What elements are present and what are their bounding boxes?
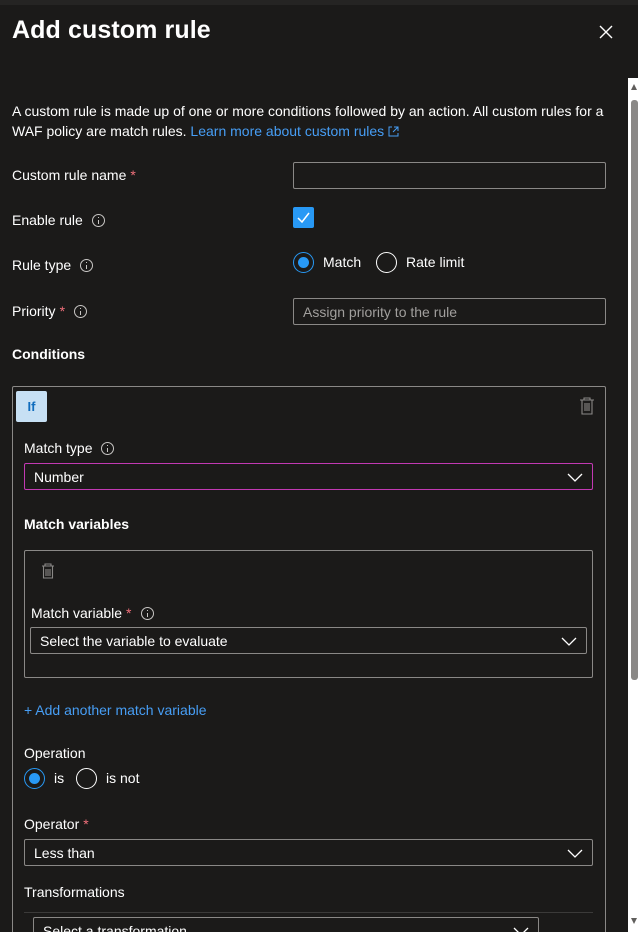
- operation-is-radio[interactable]: [24, 768, 45, 789]
- add-match-variable-link[interactable]: + Add another match variable: [24, 702, 207, 718]
- info-icon[interactable]: [74, 304, 88, 318]
- info-icon[interactable]: [140, 606, 154, 620]
- operation-label: Operation: [24, 745, 86, 761]
- description: A custom rule is made up of one or more …: [12, 101, 612, 141]
- scroll-up-arrow[interactable]: [631, 84, 637, 90]
- top-bar: [0, 0, 638, 5]
- page-title: Add custom rule: [12, 16, 211, 44]
- learn-more-link[interactable]: Learn more about custom rules: [190, 123, 399, 139]
- transformations-label: Transformations: [24, 884, 125, 900]
- divider: [24, 912, 593, 913]
- enable-rule-checkbox[interactable]: [293, 207, 314, 228]
- rule-type-label: Rule type: [12, 257, 94, 273]
- enable-rule-label: Enable rule: [12, 212, 105, 228]
- transformations-dropdown[interactable]: Select a transformation: [33, 917, 539, 932]
- chevron-down-icon: [567, 849, 583, 858]
- rule-type-match-label: Match: [323, 254, 362, 270]
- match-variables-heading: Match variables: [24, 516, 130, 532]
- if-badge: If: [16, 391, 47, 422]
- rule-type-rate-limit-radio[interactable]: [376, 252, 397, 273]
- match-variable-label: Match variable *: [31, 605, 154, 621]
- operation-is-not-radio[interactable]: [76, 768, 97, 789]
- scroll-down-arrow[interactable]: [631, 918, 637, 924]
- operation-is-not-label: is not: [106, 770, 140, 786]
- operation-is-label: is: [54, 770, 65, 786]
- external-link-icon: [388, 126, 399, 137]
- rule-name-label: Custom rule name *: [12, 167, 136, 183]
- priority-input[interactable]: [293, 298, 606, 325]
- operator-label: Operator *: [24, 816, 89, 832]
- match-variable-dropdown[interactable]: Select the variable to evaluate: [30, 627, 587, 654]
- chevron-down-icon: [513, 927, 529, 932]
- rule-type-rate-limit-label: Rate limit: [406, 254, 465, 270]
- info-icon[interactable]: [91, 213, 105, 227]
- close-icon: [599, 25, 613, 39]
- scrollbar-thumb[interactable]: [631, 100, 638, 680]
- rule-type-match-radio[interactable]: [293, 252, 314, 273]
- close-button[interactable]: [596, 22, 616, 42]
- checkmark-icon: [297, 212, 310, 224]
- chevron-down-icon: [567, 473, 583, 482]
- chevron-down-icon: [561, 637, 577, 646]
- priority-label: Priority *: [12, 303, 88, 319]
- info-icon[interactable]: [80, 258, 94, 272]
- trash-icon: [42, 563, 54, 579]
- rule-name-input[interactable]: [293, 162, 606, 189]
- conditions-heading: Conditions: [12, 346, 86, 362]
- match-type-label: Match type: [24, 440, 115, 456]
- trash-icon: [580, 397, 594, 415]
- info-icon[interactable]: [101, 441, 115, 455]
- delete-match-variable-button[interactable]: [41, 563, 55, 582]
- operator-dropdown[interactable]: Less than: [24, 839, 593, 866]
- match-type-dropdown[interactable]: Number: [24, 463, 593, 490]
- delete-condition-button[interactable]: [579, 397, 595, 418]
